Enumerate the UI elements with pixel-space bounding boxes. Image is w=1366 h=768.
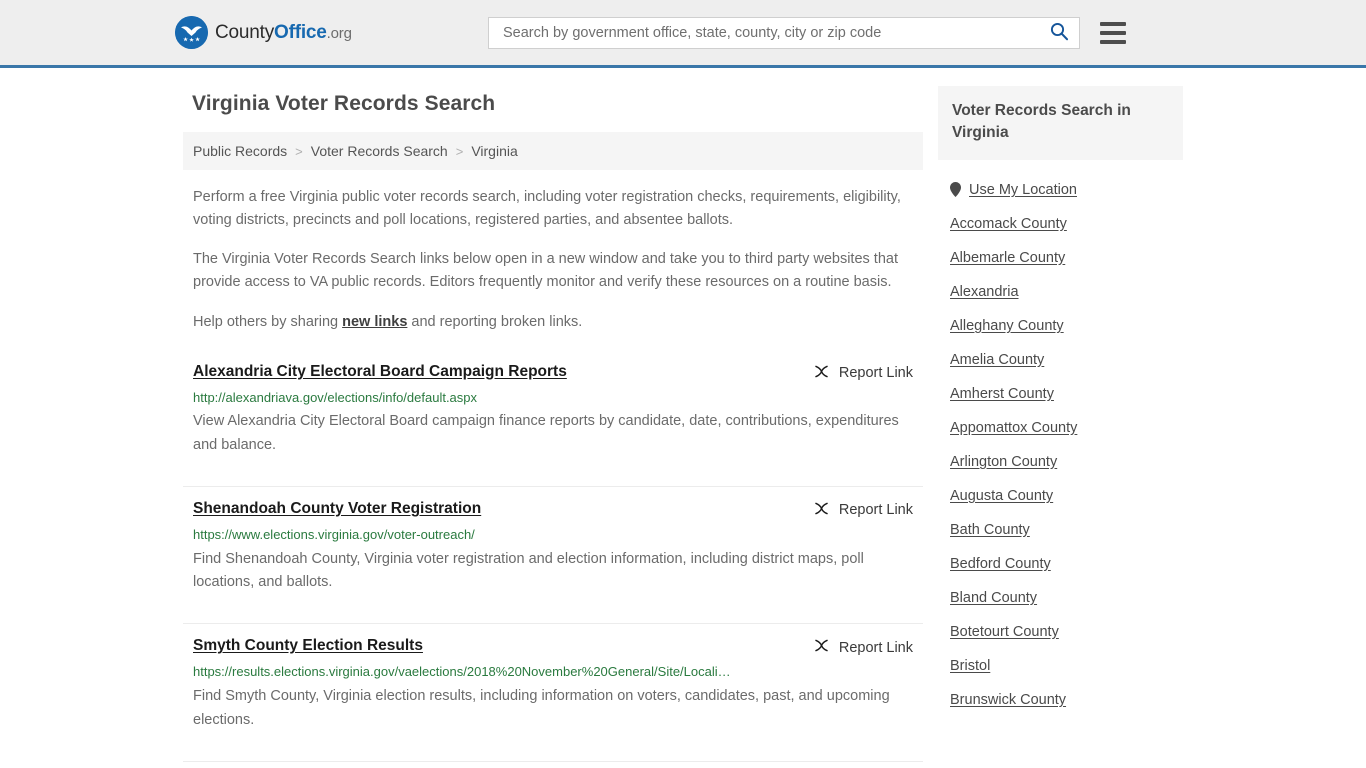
sidebar-item-bath-county[interactable]: Bath County <box>938 513 1183 547</box>
breadcrumb: Public Records > Voter Records Search > … <box>183 132 923 170</box>
hamburger-bar <box>1100 21 1126 26</box>
sidebar-link[interactable]: Albemarle County <box>950 250 1065 266</box>
result-url[interactable]: https://www.elections.virginia.gov/voter… <box>193 527 913 544</box>
sidebar-item-alexandria[interactable]: Alexandria <box>938 275 1183 309</box>
sidebar-item-alleghany-county[interactable]: Alleghany County <box>938 309 1183 343</box>
hamburger-bar <box>1100 39 1126 44</box>
sidebar-link[interactable]: Bath County <box>950 522 1030 538</box>
breadcrumb-item-public-records[interactable]: Public Records <box>193 143 287 159</box>
breadcrumb-item-virginia[interactable]: Virginia <box>471 143 517 159</box>
map-pin-icon <box>950 182 961 198</box>
result-item: Smyth County Election Results Report Lin… <box>183 623 923 760</box>
breadcrumb-separator-icon: > <box>295 143 303 159</box>
result-item: Shenandoah County Voter Registration Rep… <box>183 485 923 623</box>
sidebar-link[interactable]: Alexandria <box>950 284 1019 300</box>
report-link-label: Report Link <box>838 502 913 519</box>
search-box[interactable] <box>488 16 1080 49</box>
sidebar-link[interactable]: Bedford County <box>950 556 1051 572</box>
intro-paragraph-help: Help others by sharing new links and rep… <box>193 311 913 334</box>
sidebar-link[interactable]: Augusta County <box>950 488 1053 504</box>
site-header: CountyOffice.org <box>0 0 1366 68</box>
sidebar-location-list: Use My Location Accomack County Albemarl… <box>938 173 1183 717</box>
sidebar-item-augusta-county[interactable]: Augusta County <box>938 479 1183 513</box>
result-description: View Alexandria City Electoral Board cam… <box>193 413 899 453</box>
result-description: Find Shenandoah County, Virginia voter r… <box>193 550 864 591</box>
hamburger-bar <box>1100 30 1126 35</box>
help-text-before: Help others by sharing <box>193 313 343 330</box>
result-url[interactable]: https://results.elections.virginia.gov/v… <box>193 664 913 681</box>
result-item: Alexandria City Electoral Board Campaign… <box>183 350 923 486</box>
search-icon <box>1049 21 1069 44</box>
result-item: Smyth County Voter Registration Report L… <box>183 760 923 768</box>
sidebar-link[interactable]: Botetourt County <box>950 624 1059 640</box>
report-link-label: Report Link <box>838 639 913 656</box>
report-link-button[interactable]: Report Link <box>813 636 913 658</box>
sidebar-link[interactable]: Brunswick County <box>950 692 1066 708</box>
result-title-link[interactable]: Smyth County Election Results <box>193 636 423 655</box>
sidebar-link[interactable]: Amherst County <box>950 386 1054 402</box>
broken-link-icon <box>813 500 830 521</box>
sidebar-item-amelia-county[interactable]: Amelia County <box>938 343 1183 377</box>
logo-text-county: County <box>215 21 275 43</box>
sidebar-item-use-my-location[interactable]: Use My Location <box>938 173 1183 207</box>
sidebar-link[interactable]: Bristol <box>950 658 990 674</box>
page-title: Virginia Voter Records Search <box>192 92 496 115</box>
site-logo-link[interactable]: CountyOffice.org <box>175 16 352 49</box>
intro-paragraph-2: The Virginia Voter Records Search links … <box>193 250 898 290</box>
broken-link-icon <box>813 363 830 384</box>
logo-text-org: .org <box>326 24 352 42</box>
sidebar: Voter Records Search in Virginia Use My … <box>938 86 1183 768</box>
intro-text: Perform a free Virginia public voter rec… <box>183 186 923 334</box>
header-search <box>488 16 1126 49</box>
sidebar-link[interactable]: Arlington County <box>950 454 1057 470</box>
search-input[interactable] <box>501 17 1047 48</box>
sidebar-item-brunswick-county[interactable]: Brunswick County <box>938 683 1183 717</box>
sidebar-item-botetourt-county[interactable]: Botetourt County <box>938 615 1183 649</box>
help-text-after: and reporting broken links. <box>407 313 583 330</box>
sidebar-link[interactable]: Bland County <box>950 590 1037 606</box>
sidebar-link[interactable]: Amelia County <box>950 352 1044 368</box>
use-my-location-link[interactable]: Use My Location <box>969 182 1077 198</box>
report-link-button[interactable]: Report Link <box>813 362 913 384</box>
intro-paragraph-1: Perform a free Virginia public voter rec… <box>193 189 901 228</box>
broken-link-icon <box>813 637 830 658</box>
sidebar-link[interactable]: Accomack County <box>950 216 1067 232</box>
new-links-link[interactable]: new links <box>342 314 407 330</box>
sidebar-item-bristol[interactable]: Bristol <box>938 649 1183 683</box>
report-link-button[interactable]: Report Link <box>813 499 913 521</box>
breadcrumb-item-voter-records-search[interactable]: Voter Records Search <box>311 143 448 159</box>
logo-text-office: Office <box>274 21 327 43</box>
sidebar-item-arlington-county[interactable]: Arlington County <box>938 445 1183 479</box>
sidebar-item-albemarle-county[interactable]: Albemarle County <box>938 241 1183 275</box>
hamburger-menu-icon[interactable] <box>1100 21 1126 44</box>
result-description: Find Smyth County, Virginia election res… <box>193 688 890 728</box>
breadcrumb-separator-icon: > <box>455 143 464 159</box>
result-title-link[interactable]: Alexandria City Electoral Board Campaign… <box>193 362 567 381</box>
report-link-label: Report Link <box>838 365 913 382</box>
sidebar-item-amherst-county[interactable]: Amherst County <box>938 377 1183 411</box>
main-content: Virginia Voter Records Search Public Rec… <box>183 86 923 768</box>
result-title-link[interactable]: Shenandoah County Voter Registration <box>193 499 481 518</box>
page-container: Virginia Voter Records Search Public Rec… <box>183 68 1183 768</box>
sidebar-item-accomack-county[interactable]: Accomack County <box>938 207 1183 241</box>
results-list: Alexandria City Electoral Board Campaign… <box>183 350 923 768</box>
sidebar-item-appomattox-county[interactable]: Appomattox County <box>938 411 1183 445</box>
site-logo-text: CountyOffice.org <box>215 22 352 44</box>
result-url[interactable]: http://alexandriava.gov/elections/info/d… <box>193 390 913 407</box>
sidebar-link[interactable]: Alleghany County <box>950 318 1064 334</box>
eagle-shield-logo-icon <box>175 16 208 49</box>
sidebar-item-bedford-county[interactable]: Bedford County <box>938 547 1183 581</box>
search-button[interactable] <box>1047 21 1071 44</box>
sidebar-item-bland-county[interactable]: Bland County <box>938 581 1183 615</box>
sidebar-heading: Voter Records Search in Virginia <box>938 86 1183 160</box>
sidebar-link[interactable]: Appomattox County <box>950 420 1077 436</box>
